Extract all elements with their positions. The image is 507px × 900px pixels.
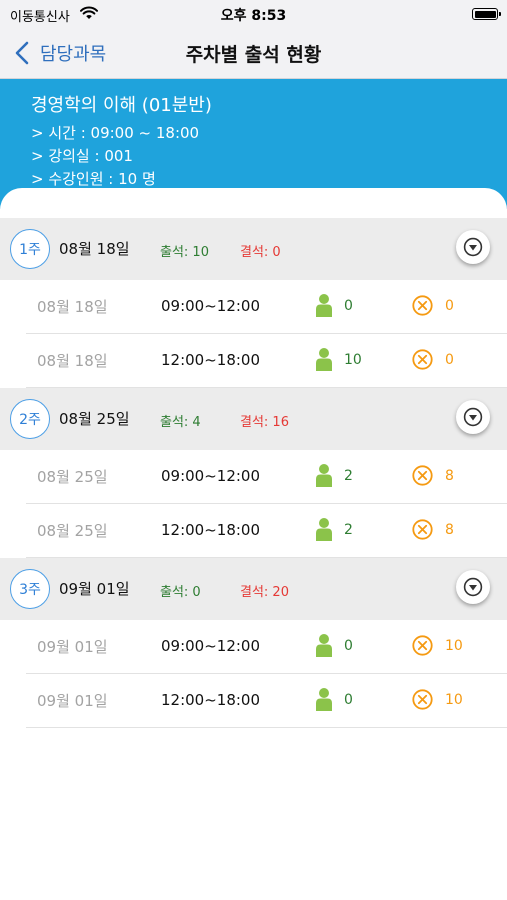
session-row[interactable]: 08월 18일 12:00~18:00 10 0 bbox=[26, 334, 507, 388]
session-time: 12:00~18:00 bbox=[161, 691, 261, 709]
page-title: 주차별 출석 현황 bbox=[185, 44, 322, 66]
status-bar: 이동통신사 오후 8:53 bbox=[0, 0, 507, 28]
absent-count: 10 bbox=[445, 692, 463, 708]
expand-toggle-button[interactable] bbox=[456, 400, 490, 434]
week-absent-count: 결석: 16 bbox=[240, 415, 289, 430]
absent-count: 10 bbox=[445, 638, 463, 654]
absent-x-icon bbox=[412, 295, 433, 316]
absent-x-icon bbox=[412, 349, 433, 370]
course-enrolled: > 수강인원 : 10 명 bbox=[31, 170, 156, 188]
session-date: 09월 01일 bbox=[37, 692, 108, 710]
attendance-list-panel: 1주 08월 18일 출석: 10 결석: 0 08월 18일 09:00~12… bbox=[0, 188, 507, 900]
session-row[interactable]: 08월 18일 09:00~12:00 0 0 bbox=[26, 280, 507, 334]
week-absent-count: 결석: 0 bbox=[240, 245, 281, 260]
absent-x-icon bbox=[412, 635, 433, 656]
session-row[interactable]: 08월 25일 12:00~18:00 2 8 bbox=[26, 504, 507, 558]
person-icon bbox=[316, 518, 332, 541]
present-count: 0 bbox=[344, 298, 353, 314]
absent-x-icon bbox=[412, 519, 433, 540]
present-count: 0 bbox=[344, 692, 353, 708]
week-list: 1주 08월 18일 출석: 10 결석: 0 08월 18일 09:00~12… bbox=[0, 218, 507, 728]
chevron-down-circle-icon bbox=[463, 407, 483, 427]
present-count: 2 bbox=[344, 468, 353, 484]
absent-x-icon bbox=[412, 689, 433, 710]
course-room: > 강의실 : 001 bbox=[31, 147, 133, 165]
week-date: 08월 18일 bbox=[59, 240, 130, 258]
absent-count: 0 bbox=[445, 298, 454, 314]
present-count: 0 bbox=[344, 638, 353, 654]
absent-count: 8 bbox=[445, 522, 454, 538]
session-time: 09:00~12:00 bbox=[161, 637, 261, 655]
person-icon bbox=[316, 348, 332, 371]
course-time: > 시간 : 09:00 ~ 18:00 bbox=[31, 124, 200, 142]
course-name: 경영학의 이해 (01분반) bbox=[31, 95, 212, 116]
session-date: 09월 01일 bbox=[37, 638, 108, 656]
week-badge: 2주 bbox=[10, 399, 50, 439]
week-badge: 1주 bbox=[10, 229, 50, 269]
navigation-bar: 담당과목 주차별 출석 현황 bbox=[0, 28, 507, 79]
session-row[interactable]: 09월 01일 09:00~12:00 0 10 bbox=[26, 620, 507, 674]
person-icon bbox=[316, 688, 332, 711]
week-attend-count: 출석: 10 bbox=[160, 245, 209, 260]
session-row[interactable]: 09월 01일 12:00~18:00 0 10 bbox=[26, 674, 507, 728]
clock: 오후 8:53 bbox=[220, 8, 287, 24]
person-icon bbox=[316, 294, 332, 317]
week-header[interactable]: 2주 08월 25일 출석: 4 결석: 16 bbox=[0, 388, 507, 450]
week-absent-count: 결석: 20 bbox=[240, 585, 289, 600]
week-header[interactable]: 3주 09월 01일 출석: 0 결석: 20 bbox=[0, 558, 507, 620]
week-attend-count: 출석: 4 bbox=[160, 415, 201, 430]
session-time: 09:00~12:00 bbox=[161, 297, 261, 315]
present-count: 10 bbox=[344, 352, 362, 368]
battery-icon bbox=[472, 8, 501, 20]
session-time: 09:00~12:00 bbox=[161, 467, 261, 485]
present-count: 2 bbox=[344, 522, 353, 538]
absent-count: 0 bbox=[445, 352, 454, 368]
person-icon bbox=[316, 464, 332, 487]
absent-x-icon bbox=[412, 465, 433, 486]
session-date: 08월 18일 bbox=[37, 352, 108, 370]
week-badge: 3주 bbox=[10, 569, 50, 609]
session-time: 12:00~18:00 bbox=[161, 351, 261, 369]
session-date: 08월 18일 bbox=[37, 298, 108, 316]
week-date: 08월 25일 bbox=[59, 410, 130, 428]
week-date: 09월 01일 bbox=[59, 580, 130, 598]
chevron-down-circle-icon bbox=[463, 577, 483, 597]
expand-toggle-button[interactable] bbox=[456, 230, 490, 264]
expand-toggle-button[interactable] bbox=[456, 570, 490, 604]
chevron-down-circle-icon bbox=[463, 237, 483, 257]
session-date: 08월 25일 bbox=[37, 522, 108, 540]
absent-count: 8 bbox=[445, 468, 454, 484]
person-icon bbox=[316, 634, 332, 657]
session-date: 08월 25일 bbox=[37, 468, 108, 486]
session-time: 12:00~18:00 bbox=[161, 521, 261, 539]
session-row[interactable]: 08월 25일 09:00~12:00 2 8 bbox=[26, 450, 507, 504]
week-header[interactable]: 1주 08월 18일 출석: 10 결석: 0 bbox=[0, 218, 507, 280]
week-attend-count: 출석: 0 bbox=[160, 585, 201, 600]
